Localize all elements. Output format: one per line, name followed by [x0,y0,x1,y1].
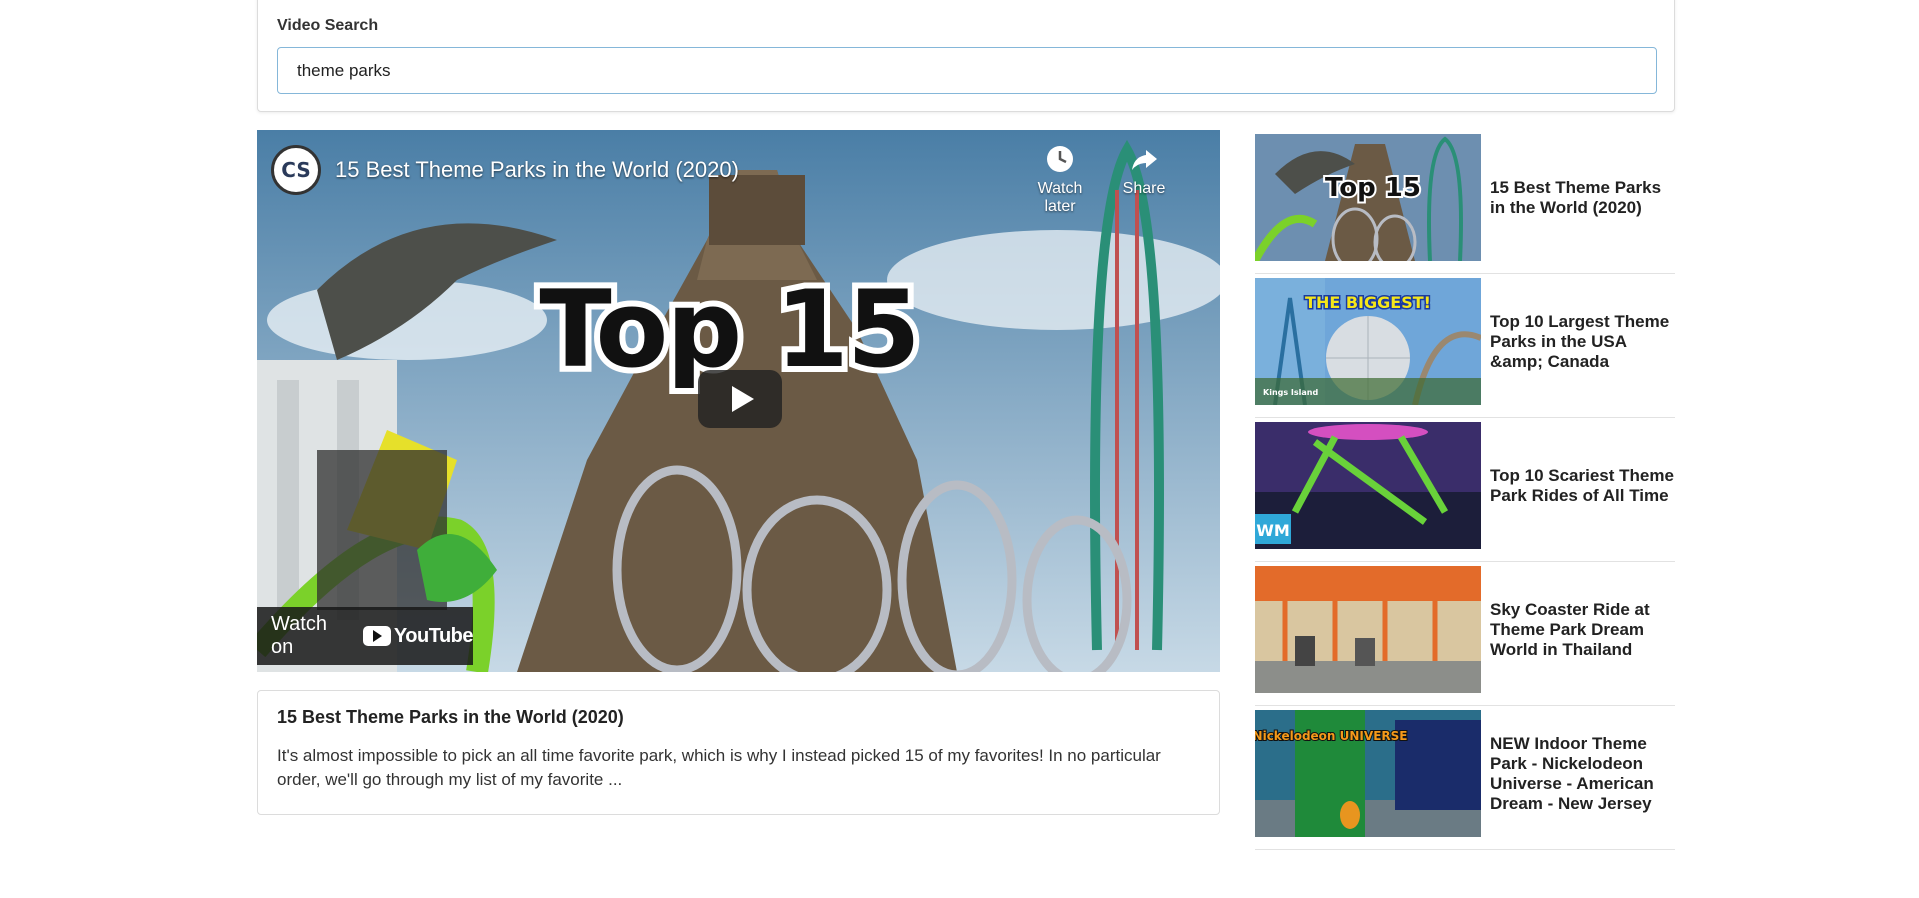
youtube-logo: YouTube [362,624,474,648]
watch-on-youtube-button[interactable]: Watch on YouTube [257,607,474,665]
video-list-item[interactable]: Sky Coaster Ride at Theme Park Dream Wor… [1255,562,1675,706]
channel-avatar[interactable]: CS [271,145,321,195]
thumbnail-image: Top 15 [1255,134,1481,261]
youtube-logo-text: YouTube [393,624,474,647]
description-text: It's almost impossible to pick an all ti… [277,746,1161,789]
video-thumbnail[interactable]: WM [1255,422,1481,549]
video-list-item[interactable]: Nickelodeon UNIVERSE NEW Indoor Theme Pa… [1255,706,1675,850]
video-thumbnail[interactable]: Top 15 [1255,134,1481,261]
thumb-text: Top 15 [1325,173,1421,203]
share-label: Share [1122,180,1166,197]
watch-later-button[interactable]: Watch later [1020,144,1100,216]
search-label: Video Search [277,17,379,34]
thumb-subtext: Kings Island [1263,388,1318,397]
video-thumbnail[interactable] [1255,566,1481,693]
share-icon [1132,150,1157,170]
video-results-list: Top 15 15 Best Theme Parks in the World … [1255,130,1675,850]
video-list-item-title[interactable]: 15 Best Theme Parks in the World (2020) [1490,178,1675,218]
video-list-item-title[interactable]: Top 10 Scariest Theme Park Rides of All … [1490,466,1675,506]
thumbnail-image: WM [1255,422,1481,549]
video-player[interactable]: Top 15 CS 15 Best Theme Parks in the Wor… [257,130,1220,672]
watch-on-label: Watch on [271,613,327,658]
thumbnail-image: THE BIGGEST! Kings Island [1255,278,1481,405]
thumb-text: THE BIGGEST! [1305,293,1431,312]
thumb-text: WM [1256,521,1290,540]
description-title: 15 Best Theme Parks in the World (2020) [277,707,624,727]
player-video-title[interactable]: 15 Best Theme Parks in the World (2020) [335,157,739,183]
video-list-item[interactable]: THE BIGGEST! Kings Island Top 10 Largest… [1255,274,1675,418]
video-description-card: 15 Best Theme Parks in the World (2020) … [257,690,1220,815]
thumb-text: Nickelodeon UNIVERSE [1255,729,1407,743]
search-input[interactable] [277,47,1657,94]
thumbnail-image [1255,566,1481,693]
play-icon [732,386,754,412]
search-card: Video Search [257,0,1675,112]
youtube-play-icon [362,626,391,646]
share-button[interactable]: Share [1104,144,1184,198]
thumbnail-image: Nickelodeon UNIVERSE [1255,710,1481,837]
play-button[interactable] [698,370,782,428]
video-list-item[interactable]: WM Top 10 Scariest Theme Park Rides of A… [1255,418,1675,562]
video-thumbnail[interactable]: Nickelodeon UNIVERSE [1255,710,1481,837]
video-list-item-title[interactable]: Top 10 Largest Theme Parks in the USA &a… [1490,312,1675,372]
video-thumbnail[interactable]: THE BIGGEST! Kings Island [1255,278,1481,405]
video-list-item[interactable]: Top 15 15 Best Theme Parks in the World … [1255,130,1675,274]
clock-icon [1047,146,1073,172]
watch-later-label: Watch later [1037,180,1083,215]
video-list-item-title[interactable]: NEW Indoor Theme Park - Nickelodeon Univ… [1490,734,1675,814]
video-list-item-title[interactable]: Sky Coaster Ride at Theme Park Dream Wor… [1490,600,1675,660]
